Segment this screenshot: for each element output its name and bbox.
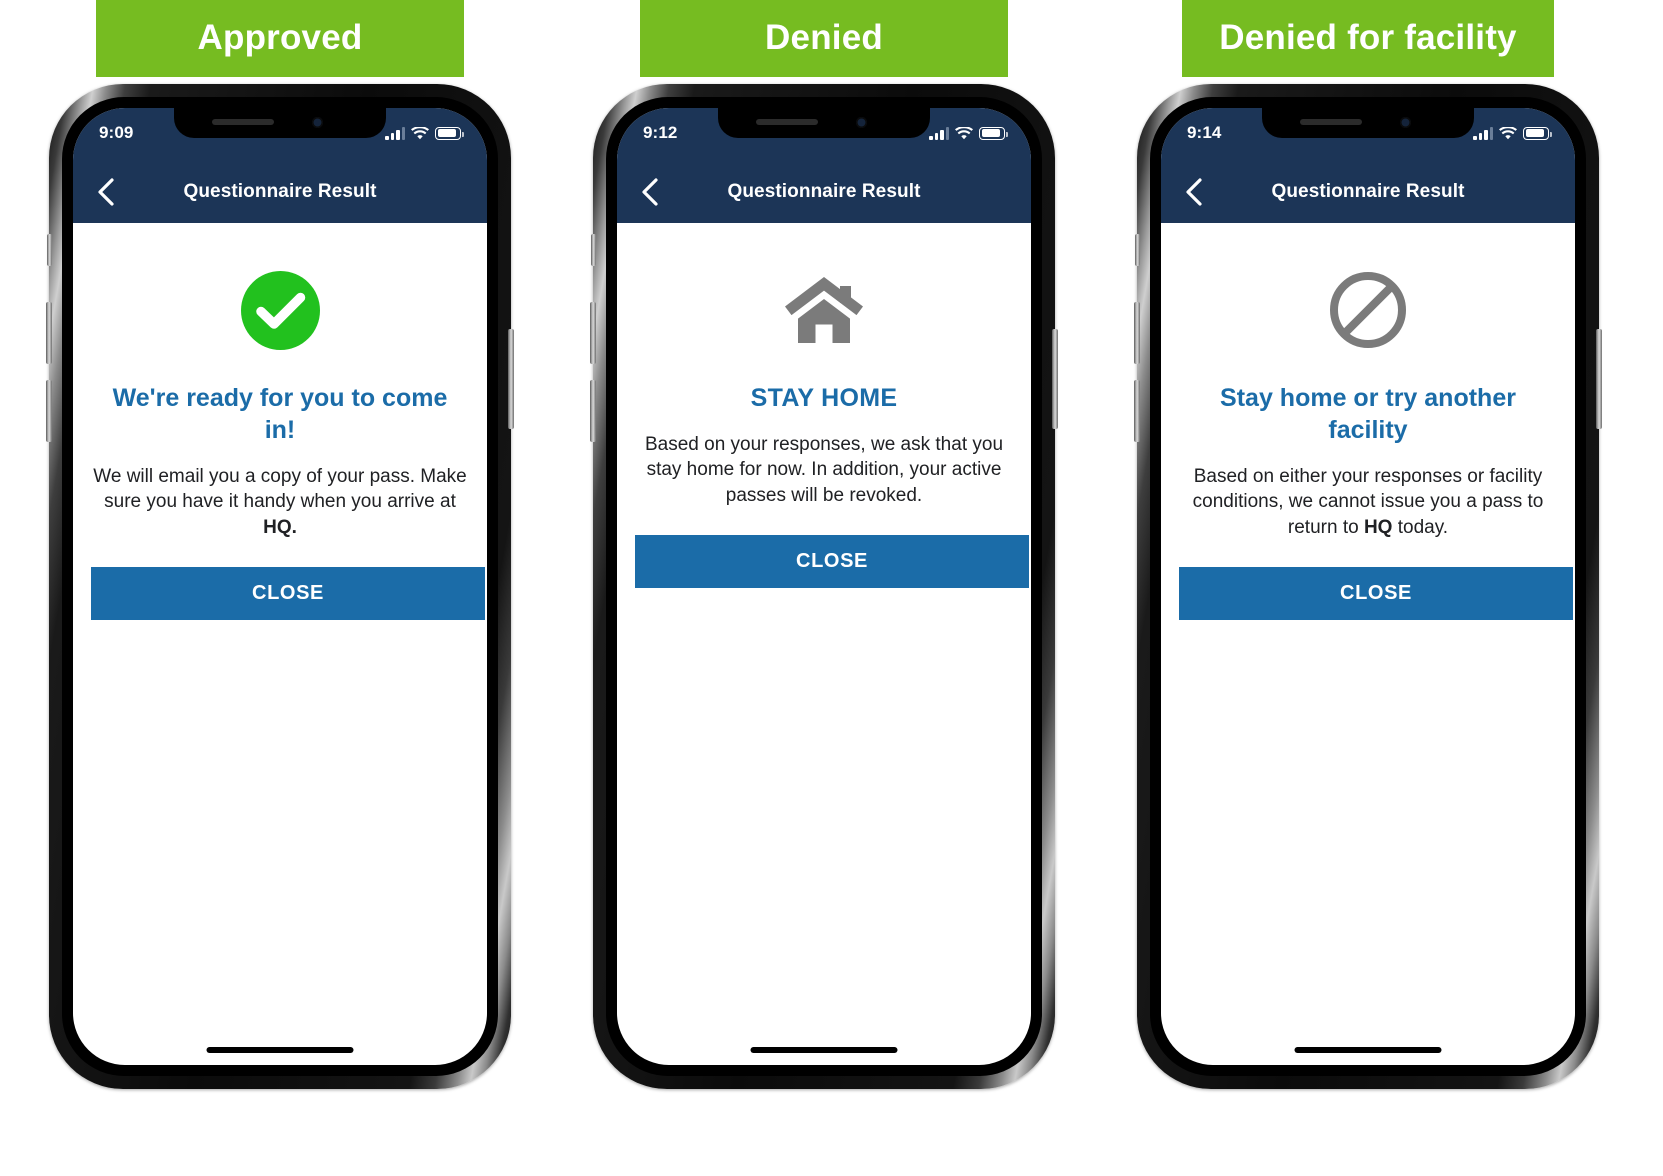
battery-icon xyxy=(435,126,464,140)
page-title: Questionnaire Result xyxy=(727,181,921,202)
status-icons xyxy=(929,126,1008,140)
result-content-3: Stay home or try another facility Based … xyxy=(1161,223,1575,621)
house-icon xyxy=(635,265,1013,355)
panel-denied-for-facility: Denied for facility 9:14 Questionnaire R… xyxy=(1118,0,1618,1176)
status-bar: 9:12 xyxy=(617,120,1031,146)
nav-row: Questionnaire Result xyxy=(73,161,487,223)
status-time: 9:14 xyxy=(1187,123,1222,142)
page-title: Questionnaire Result xyxy=(1271,181,1465,202)
volume-up-button[interactable] xyxy=(590,302,596,364)
phone-mockup-3: 9:14 Questionnaire Result Stay home or t… xyxy=(1134,84,1602,1089)
navigation-bar: 9:14 Questionnaire Result xyxy=(1161,108,1575,223)
navigation-bar: 9:12 Questionnaire Result xyxy=(617,108,1031,223)
volume-down-button[interactable] xyxy=(590,380,596,442)
back-chevron-icon[interactable] xyxy=(90,177,120,207)
home-indicator[interactable] xyxy=(1294,1047,1442,1053)
result-body: Based on either your responses or facili… xyxy=(1179,464,1557,540)
phone-mockup-2: 9:12 Questionnaire Result STAY HOME Base… xyxy=(590,84,1058,1089)
result-title: Stay home or try another facility xyxy=(1220,384,1516,444)
phone-mockup-1: 9:09 Questionnaire Result We're ready fo… xyxy=(46,84,514,1089)
status-icons xyxy=(1473,126,1552,140)
result-body: Based on your responses, we ask that you… xyxy=(635,432,1013,508)
result-body-bold: HQ xyxy=(1363,516,1393,538)
volume-down-button[interactable] xyxy=(46,380,52,442)
result-content-2: STAY HOME Based on your responses, we as… xyxy=(617,223,1031,589)
battery-icon xyxy=(979,126,1008,140)
power-button[interactable] xyxy=(508,329,514,429)
cellular-signal-icon xyxy=(1473,126,1493,140)
banner-label-denied: Denied xyxy=(640,0,1008,77)
phone-screen-3: 9:14 Questionnaire Result Stay home or t… xyxy=(1161,108,1575,1065)
banner-label-approved: Approved xyxy=(96,0,464,77)
wifi-icon xyxy=(955,126,973,139)
status-time: 9:12 xyxy=(643,123,678,142)
volume-up-button[interactable] xyxy=(1134,302,1140,364)
panel-denied: Denied 9:12 Questionnaire Result STAY HO… xyxy=(574,0,1074,1176)
phone-screen-2: 9:12 Questionnaire Result STAY HOME Base… xyxy=(617,108,1031,1065)
panel-approved: Approved 9:09 Questionnaire Result We're… xyxy=(30,0,530,1176)
home-indicator[interactable] xyxy=(206,1047,354,1053)
navigation-bar: 9:09 Questionnaire Result xyxy=(73,108,487,223)
close-button[interactable]: CLOSE xyxy=(635,535,1029,589)
nav-row: Questionnaire Result xyxy=(617,161,1031,223)
mute-switch[interactable] xyxy=(1135,234,1140,266)
nav-row: Questionnaire Result xyxy=(1161,161,1575,223)
power-button[interactable] xyxy=(1596,329,1602,429)
back-chevron-icon[interactable] xyxy=(634,177,664,207)
banner-label-denied-for-facility: Denied for facility xyxy=(1182,0,1554,77)
volume-down-button[interactable] xyxy=(1134,380,1140,442)
status-icons xyxy=(385,126,464,140)
power-button[interactable] xyxy=(1052,329,1058,429)
result-body-tail: today. xyxy=(1392,516,1449,538)
home-indicator[interactable] xyxy=(750,1047,898,1053)
phone-screen-1: 9:09 Questionnaire Result We're ready fo… xyxy=(73,108,487,1065)
result-content-1: We're ready for you to come in! We will … xyxy=(73,223,487,621)
result-body-lead: Based on your responses, we ask that you… xyxy=(644,434,1004,506)
result-body-bold: HQ. xyxy=(263,516,297,538)
volume-up-button[interactable] xyxy=(46,302,52,364)
mute-switch[interactable] xyxy=(591,234,596,266)
status-bar: 9:14 xyxy=(1161,120,1575,146)
cellular-signal-icon xyxy=(929,126,949,140)
close-button[interactable]: CLOSE xyxy=(91,567,485,621)
result-body: We will email you a copy of your pass. M… xyxy=(91,464,469,540)
battery-icon xyxy=(1523,126,1552,140)
no-entry-circle-slash-icon xyxy=(1179,265,1557,355)
back-chevron-icon[interactable] xyxy=(1178,177,1208,207)
status-time: 9:09 xyxy=(99,123,134,142)
wifi-icon xyxy=(1499,126,1517,139)
page-title: Questionnaire Result xyxy=(183,181,377,202)
result-body-lead: We will email you a copy of your pass. M… xyxy=(93,466,467,513)
green-check-circle-icon xyxy=(91,265,469,355)
mute-switch[interactable] xyxy=(47,234,52,266)
status-bar: 9:09 xyxy=(73,120,487,146)
screenshot-board: Approved 9:09 Questionnaire Result We're… xyxy=(0,0,1663,1176)
result-title: We're ready for you to come in! xyxy=(112,384,448,444)
close-button[interactable]: CLOSE xyxy=(1179,567,1573,621)
cellular-signal-icon xyxy=(385,126,405,140)
wifi-icon xyxy=(411,126,429,139)
result-title: STAY HOME xyxy=(750,384,898,412)
